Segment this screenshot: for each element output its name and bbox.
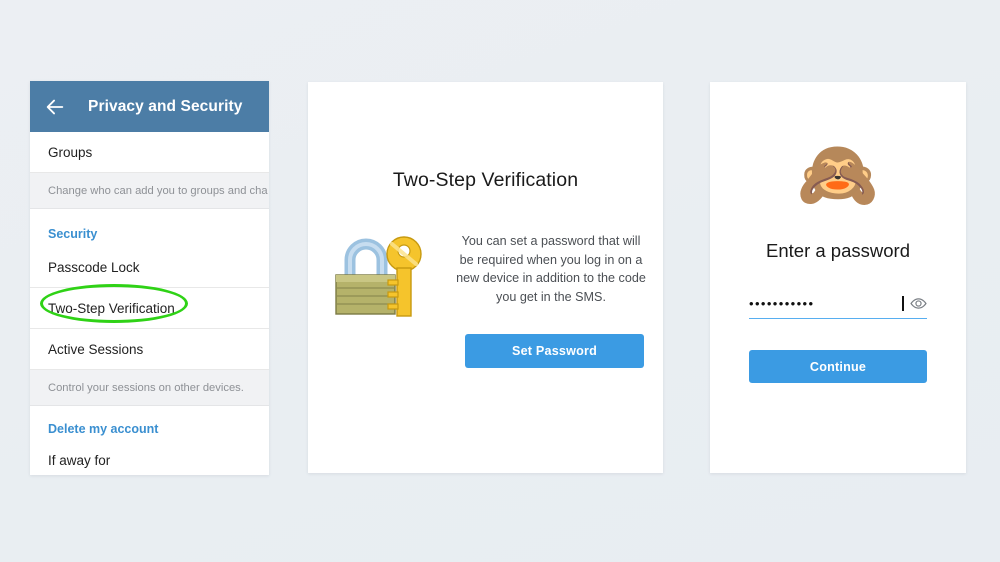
sidebar-item-label: If away for — [48, 453, 111, 468]
password-masked-value: ••••••••••• — [749, 296, 815, 310]
set-password-button[interactable]: Set Password — [465, 334, 644, 368]
see-no-evil-monkey-icon: 🙈 — [796, 137, 880, 211]
section-label: Security — [48, 227, 98, 241]
sidebar-item-label: Groups — [48, 144, 93, 160]
sidebar-item-label: Active Sessions — [48, 341, 144, 357]
arrow-left-icon[interactable] — [44, 96, 66, 118]
password-input-field[interactable]: ••••••••••• — [749, 288, 927, 319]
continue-button[interactable]: Continue — [749, 350, 927, 383]
sidebar-item-active-sessions[interactable]: Active Sessions — [30, 329, 269, 370]
hint-label: Change who can add you to groups and cha — [48, 184, 268, 197]
section-header-security: Security — [30, 209, 269, 247]
app-background: Privacy and Security Groups Change who c… — [0, 0, 1000, 562]
padlock-and-key-icon — [335, 236, 422, 317]
two-step-title: Two-Step Verification — [392, 169, 579, 191]
active-sessions-hint-text: Control your sessions on other devices. — [30, 370, 269, 406]
enter-password-title: Enter a password — [766, 240, 910, 261]
sidebar-item-passcode-lock[interactable]: Passcode Lock — [30, 247, 269, 288]
section-header-delete-my-account[interactable]: Delete my account — [30, 406, 269, 440]
two-step-description: You can set a password that will be requ… — [456, 234, 646, 304]
sidebar-item-label: Passcode Lock — [48, 259, 140, 275]
section-label: Delete my account — [48, 422, 159, 436]
hint-label: Control your sessions on other devices. — [48, 381, 244, 394]
eye-icon[interactable] — [910, 295, 927, 312]
two-step-verification-panel: Two-Step Verification You can set a pass… — [308, 82, 663, 473]
sidebar-item-groups[interactable]: Groups — [30, 132, 269, 173]
page-title: Privacy and Security — [88, 97, 243, 115]
sidebar-item-label: Two-Step Verification — [48, 300, 175, 316]
privacy-and-security-panel: Privacy and Security Groups Change who c… — [30, 81, 269, 475]
enter-password-panel: 🙈 Enter a password ••••••••••• Continue — [710, 82, 966, 473]
sidebar-item-two-step-verification[interactable]: Two-Step Verification — [30, 288, 269, 329]
app-bar: Privacy and Security — [30, 81, 269, 132]
text-caret — [902, 295, 904, 311]
sidebar-item-if-away-for[interactable]: If away for — [30, 440, 269, 475]
groups-hint-text: Change who can add you to groups and cha — [30, 173, 269, 209]
